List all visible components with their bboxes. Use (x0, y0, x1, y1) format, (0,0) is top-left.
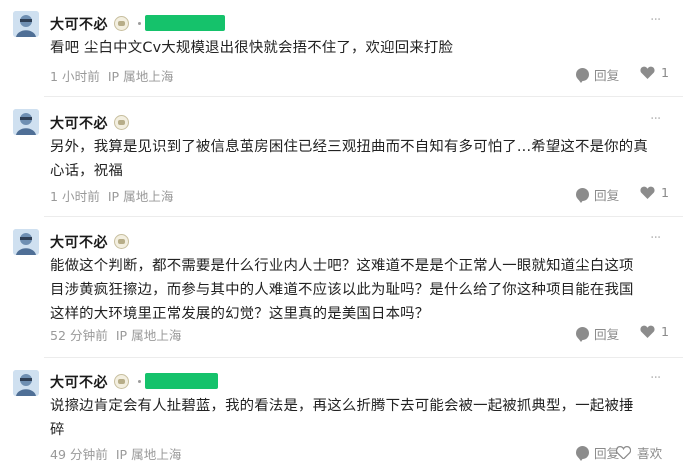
comment-text-line: 心话，祝福 (50, 163, 123, 179)
reply-label: 回复 (594, 68, 620, 83)
like-button[interactable]: 喜欢 (616, 443, 662, 462)
more-icon[interactable]: ··· (650, 12, 661, 28)
avatar[interactable] (13, 370, 39, 396)
comment-text: 能做这个判断，都不需要是什么行业内人士吧？这难道不是是个正常人一眼就知道尘白这项… (50, 254, 660, 326)
like-count: 1 (661, 185, 670, 200)
reply-button[interactable]: 回复 (576, 65, 619, 84)
level-badge-icon (114, 115, 129, 130)
comment-text: 说擦边肯定会有人扯碧蓝，我的看法是，再这么折腾下去可能会被一起被抓典型，一起被捶… (50, 394, 660, 442)
like-count: 喜欢 (637, 446, 663, 461)
heart-icon (640, 325, 655, 338)
more-icon[interactable]: ··· (650, 230, 661, 246)
comment-item: 大可不必 ··· 能做这个判断，都不需要是什么行业内人士吧？这难道不是是个正常人… (0, 217, 683, 356)
comment-list: 大可不必 ··· 看吧 尘白中文Cv大规模退出很快就会捂不住了，欢迎回来打脸 1… (0, 0, 683, 469)
comment-text-line: 另外，我算是见识到了被信息茧房困住已经三观扭曲而不自知有多可怕了...希望这不是… (50, 139, 648, 155)
ip-location: IP 属地上海 (107, 189, 174, 204)
timestamp: 52 分钟前 (50, 328, 108, 343)
reply-icon (576, 446, 589, 461)
reply-icon (576, 327, 589, 342)
timestamp: 1 小时前 (50, 69, 100, 84)
level-badge-icon (114, 374, 129, 389)
comment-item: 大可不必 ··· 说擦边肯定会有人扯碧蓝，我的看法是，再这么折腾下去可能会被一起… (0, 358, 683, 469)
reply-label: 回复 (594, 327, 620, 342)
heart-icon (640, 66, 655, 79)
username[interactable]: 大可不必 (50, 14, 108, 34)
heart-icon (640, 186, 655, 199)
level-badge-icon (114, 16, 129, 31)
timestamp: 49 分钟前 (50, 447, 108, 462)
more-icon[interactable]: ··· (650, 111, 661, 127)
username[interactable]: 大可不必 (50, 372, 108, 392)
reply-button[interactable]: 回复 (576, 185, 619, 204)
comment-meta: 52 分钟前 IP 属地上海 (50, 325, 182, 344)
reply-button[interactable]: 回复 (576, 324, 619, 343)
ip-location: IP 属地上海 (115, 447, 182, 462)
comment-meta: 1 小时前 IP 属地上海 (50, 186, 174, 205)
separator-dot (138, 22, 141, 25)
more-icon[interactable]: ··· (650, 370, 661, 386)
ip-location: IP 属地上海 (115, 328, 182, 343)
reply-button[interactable]: 回复 (576, 443, 619, 462)
comment-item: 大可不必 ··· 另外，我算是见识到了被信息茧房困住已经三观扭曲而不自知有多可怕… (0, 97, 683, 215)
username[interactable]: 大可不必 (50, 232, 108, 252)
comment-text: 另外，我算是见识到了被信息茧房困住已经三观扭曲而不自知有多可怕了...希望这不是… (50, 135, 660, 183)
ip-location: IP 属地上海 (107, 69, 174, 84)
avatar[interactable] (13, 229, 39, 255)
username[interactable]: 大可不必 (50, 113, 108, 133)
avatar[interactable] (13, 109, 39, 135)
like-button[interactable]: 1 (640, 324, 669, 339)
comment-text: 看吧 尘白中文Cv大规模退出很快就会捂不住了，欢迎回来打脸 (50, 36, 660, 60)
comment-text-line: 看吧 尘白中文Cv大规模退出很快就会捂不住了，欢迎回来打脸 (50, 40, 454, 56)
heart-icon (616, 446, 631, 459)
comment-text-line: 目涉黄疯狂擦边，而参与其中的人难道不应该以此为耻吗？是什么给了你这种项目能在我国 (50, 282, 634, 298)
comment-text-line: 这样的大环境里正常发展的幻觉？这里真的是美国日本吗？ (50, 306, 430, 322)
like-button[interactable]: 1 (640, 185, 669, 200)
reply-icon (576, 188, 589, 203)
comment-text-line: 碎 (50, 422, 65, 438)
comment-item: 大可不必 ··· 看吧 尘白中文Cv大规模退出很快就会捂不住了，欢迎回来打脸 1… (0, 0, 683, 95)
level-badge-icon (114, 234, 129, 249)
comment-text-line: 能做这个判断，都不需要是什么行业内人士吧？这难道不是是个正常人一眼就知道尘白这项 (50, 258, 634, 274)
comment-meta: 1 小时前 IP 属地上海 (50, 66, 174, 85)
comment-text-line: 说擦边肯定会有人扯碧蓝，我的看法是，再这么折腾下去可能会被一起被抓典型，一起被捶 (50, 398, 634, 414)
comment-meta: 49 分钟前 IP 属地上海 (50, 444, 182, 463)
reply-icon (576, 68, 589, 83)
like-count: 1 (661, 324, 670, 339)
reply-label: 回复 (594, 188, 620, 203)
user-tag (145, 15, 225, 31)
avatar[interactable] (13, 11, 39, 37)
like-button[interactable]: 1 (640, 65, 669, 80)
timestamp: 1 小时前 (50, 189, 100, 204)
user-tag (145, 373, 218, 389)
like-count: 1 (661, 65, 670, 80)
separator-dot (138, 380, 141, 383)
